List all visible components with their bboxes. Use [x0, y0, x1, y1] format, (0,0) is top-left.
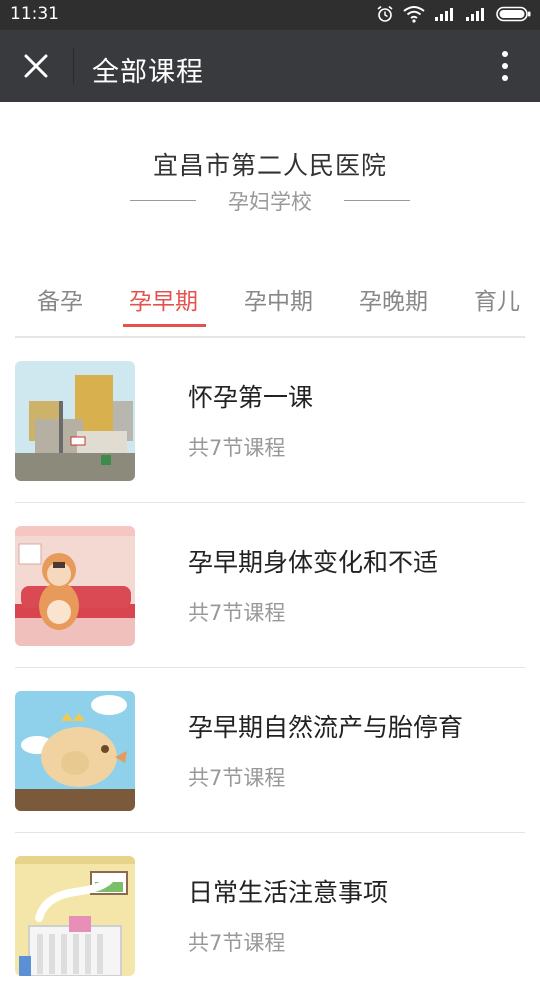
status-icons	[376, 5, 532, 23]
active-tab-indicator	[123, 324, 206, 327]
course-thumbnail	[15, 856, 135, 976]
city-street-illustration	[15, 361, 135, 481]
course-count: 共7节课程	[188, 931, 286, 955]
close-button[interactable]	[14, 46, 58, 86]
battery-icon	[496, 6, 531, 22]
pregnant-woman-sofa-illustration	[15, 526, 135, 646]
school-line-right	[344, 200, 410, 201]
course-title: 日常生活注意事项	[188, 878, 389, 907]
close-icon	[24, 54, 48, 78]
alarm-icon	[377, 5, 393, 22]
course-title: 孕早期身体变化和不适	[188, 548, 439, 577]
course-thumbnail	[15, 361, 135, 481]
hospital-name: 宜昌市第二人民医院	[152, 151, 387, 180]
course-count: 共7节课程	[188, 766, 286, 790]
status-time: 11:31	[10, 4, 59, 24]
signal-icon-2	[466, 8, 484, 21]
tab-late-pregnancy[interactable]: 孕晚期	[359, 282, 428, 316]
course-item[interactable]: 日常生活注意事项 共7节课程	[0, 833, 540, 998]
more-menu-button[interactable]	[488, 48, 522, 84]
course-count: 共7节课程	[188, 601, 286, 625]
room-heater-illustration	[15, 856, 135, 976]
app-bar-divider	[73, 48, 74, 84]
course-count: 共7节课程	[188, 436, 286, 460]
status-bar: 11:31	[0, 0, 540, 30]
school-name: 孕妇学校	[228, 190, 312, 214]
course-title: 孕早期自然流产与胎停育	[188, 713, 464, 742]
course-thumbnail	[15, 526, 135, 646]
wifi-icon	[403, 6, 425, 23]
course-title: 怀孕第一课	[188, 383, 314, 412]
more-dot-icon	[502, 75, 508, 81]
tab-parenting[interactable]: 育儿	[474, 282, 520, 316]
course-item[interactable]: 孕早期身体变化和不适 共7节课程	[0, 503, 540, 668]
signal-icon	[435, 8, 453, 21]
page-title: 全部课程	[92, 57, 204, 88]
app-bar: 全部课程	[0, 30, 540, 102]
stage-tabs: 备孕 孕早期 孕中期 孕晚期 育儿	[0, 270, 540, 338]
course-item[interactable]: 孕早期自然流产与胎停育 共7节课程	[0, 668, 540, 833]
tab-early-pregnancy[interactable]: 孕早期	[129, 282, 198, 316]
tab-prepregnancy[interactable]: 备孕	[37, 282, 83, 316]
more-dot-icon	[502, 51, 508, 57]
fish-cloud-illustration	[15, 691, 135, 811]
school-row: 孕妇学校	[0, 186, 540, 216]
more-dot-icon	[502, 63, 508, 69]
course-thumbnail	[15, 691, 135, 811]
tab-mid-pregnancy[interactable]: 孕中期	[244, 282, 313, 316]
course-item[interactable]: 怀孕第一课 共7节课程	[0, 338, 540, 503]
